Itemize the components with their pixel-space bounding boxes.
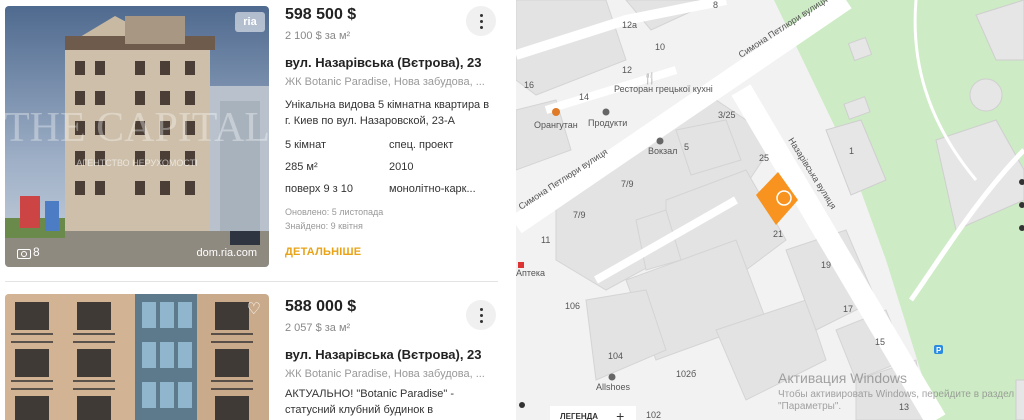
listing-properties: 5 кімнат спец. проект 285 м² 2010 поверх… xyxy=(285,139,490,195)
parking-label: P xyxy=(936,346,942,355)
found-date: Знайдено: 9 квітня xyxy=(285,221,363,231)
building-number: 5 xyxy=(684,142,689,152)
poi-hotel-icon xyxy=(656,137,664,145)
building-number: 106 xyxy=(565,301,580,311)
listing-description: Унікальна видова 5 кімнатна квартира в г… xyxy=(285,99,490,127)
building-number: 102б xyxy=(676,369,696,379)
kebab-icon xyxy=(479,306,483,324)
listing-price[interactable]: 588 000 $ xyxy=(285,298,490,318)
building-number: 11 xyxy=(541,235,550,245)
map[interactable]: Симона Петлюри вулиця Симона Петлюри вул… xyxy=(516,0,1024,420)
legend-button[interactable]: ЛЕГЕНДА + xyxy=(550,406,636,420)
poi-restaurant-label: Ресторан грецької кухні xyxy=(614,84,713,94)
listings-panel: THE CAPITAL АГЕНТСТВО НЕРУХОМОСТІ ria 8 … xyxy=(0,0,516,420)
more-options-button[interactable] xyxy=(466,6,496,36)
windows-activation-watermark: Активация Windows Чтобы активировать Win… xyxy=(778,370,1024,413)
ria-badge: ria xyxy=(235,12,265,32)
building-photo: THE CAPITAL АГЕНТСТВО НЕРУХОМОСТІ xyxy=(5,6,269,267)
agency-watermark: THE CAPITAL xyxy=(5,105,269,151)
building-number: 8 xyxy=(713,0,718,10)
poi-pharmacy-label: Аптека xyxy=(516,268,545,278)
building-number: 104 xyxy=(608,351,623,361)
project-type: спец. проект xyxy=(389,139,454,151)
legend-label: ЛЕГЕНДА xyxy=(560,411,599,420)
poi-shop-label: Продукти xyxy=(588,118,627,128)
watermark-text: Чтобы активировать Windows, перейдите в … xyxy=(778,389,1015,412)
camera-icon xyxy=(17,247,31,259)
favorite-heart-icon[interactable]: ♡ xyxy=(247,302,261,318)
building-number: 102 xyxy=(646,410,661,420)
building-number: 21 xyxy=(773,229,783,239)
listing-info: 588 000 $ 2 057 $ за м² вул. Назарівська… xyxy=(285,298,490,420)
updated-date: Оновлено: 5 листопада xyxy=(285,207,384,217)
poi-shop-icon xyxy=(602,108,610,116)
page: THE CAPITAL АГЕНТСТВО НЕРУХОМОСТІ ria 8 … xyxy=(0,0,1024,420)
poi-orangutan-icon xyxy=(552,108,560,116)
building-number: 7/9 xyxy=(573,210,586,220)
listing-street[interactable]: вул. Назарівська (Вєтрова), 23 xyxy=(285,347,490,362)
card-divider xyxy=(5,281,498,282)
building-number: 3/25 xyxy=(718,110,736,120)
listing-card[interactable]: THE CAPITAL АГЕНТСТВО НЕРУХОМОСТІ ria 8 … xyxy=(0,0,516,290)
floor: поверх 9 з 10 xyxy=(285,183,353,195)
year: 2010 xyxy=(389,161,414,173)
poi-allshoes-label: Allshoes xyxy=(596,382,631,392)
agency-subtitle: АГЕНТСТВО НЕРУХОМОСТІ xyxy=(76,158,197,168)
building-number: 10 xyxy=(655,42,665,52)
building-number: 17 xyxy=(843,304,853,314)
kebab-icon xyxy=(479,12,483,30)
building-number: 12 xyxy=(622,65,632,75)
listing-card[interactable]: ♡ 588 000 $ 2 057 $ за м² вул. Назарівсь… xyxy=(0,292,516,420)
listing-complex[interactable]: ЖК Botanic Paradise, Нова забудова, ... xyxy=(285,368,490,380)
rooms: 5 кімнат xyxy=(285,139,326,151)
building-number: 12а xyxy=(622,20,637,30)
watermark-title: Активация Windows xyxy=(778,370,908,386)
listing-description: АКТУАЛЬНО! "Botanic Paradise" - статусни… xyxy=(285,388,455,416)
zoom-in-button[interactable]: + xyxy=(616,408,624,420)
more-options-button[interactable] xyxy=(466,300,496,330)
listing-photo[interactable]: ♡ xyxy=(5,294,269,420)
listing-info: 598 500 $ 2 100 $ за м² вул. Назарівська… xyxy=(285,6,490,258)
building-photo xyxy=(5,294,269,420)
poi-orangutan-label: Орангутан xyxy=(534,120,578,130)
listing-street[interactable]: вул. Назарівська (Вєтрова), 23 xyxy=(285,55,490,70)
photo-source: dom.ria.com xyxy=(196,247,257,259)
building-number: 7/9 xyxy=(621,179,634,189)
building-number: 25 xyxy=(759,153,769,163)
building-number: 19 xyxy=(821,260,831,270)
building-number: 15 xyxy=(875,337,885,347)
details-link[interactable]: ДЕТАЛЬНІШЕ xyxy=(285,246,490,258)
price-per-m2: 2 057 $ за м² xyxy=(285,322,351,334)
poi-allshoes-icon xyxy=(608,373,616,381)
photo-count-value: 8 xyxy=(33,245,40,259)
listing-photo[interactable]: THE CAPITAL АГЕНТСТВО НЕРУХОМОСТІ ria 8 … xyxy=(5,6,269,267)
listing-dates: Оновлено: 5 листопада Знайдено: 9 квітня xyxy=(285,205,490,233)
price-per-m2: 2 100 $ за м² xyxy=(285,30,351,42)
listing-price[interactable]: 598 500 $ xyxy=(285,6,490,26)
map-control-dot xyxy=(519,402,525,408)
poi-hotel-label: Вокзал xyxy=(648,146,677,156)
building-number: 1 xyxy=(849,146,854,156)
listing-complex[interactable]: ЖК Botanic Paradise, Нова забудова, ... xyxy=(285,76,490,88)
building-number: 14 xyxy=(579,92,589,102)
area: 285 м² xyxy=(285,161,318,173)
wall-type: монолітно-карк... xyxy=(389,183,476,195)
map-canvas: Симона Петлюри вулиця Симона Петлюри вул… xyxy=(516,0,1024,420)
photo-count: 8 xyxy=(17,245,40,259)
building-number: 16 xyxy=(524,80,534,90)
